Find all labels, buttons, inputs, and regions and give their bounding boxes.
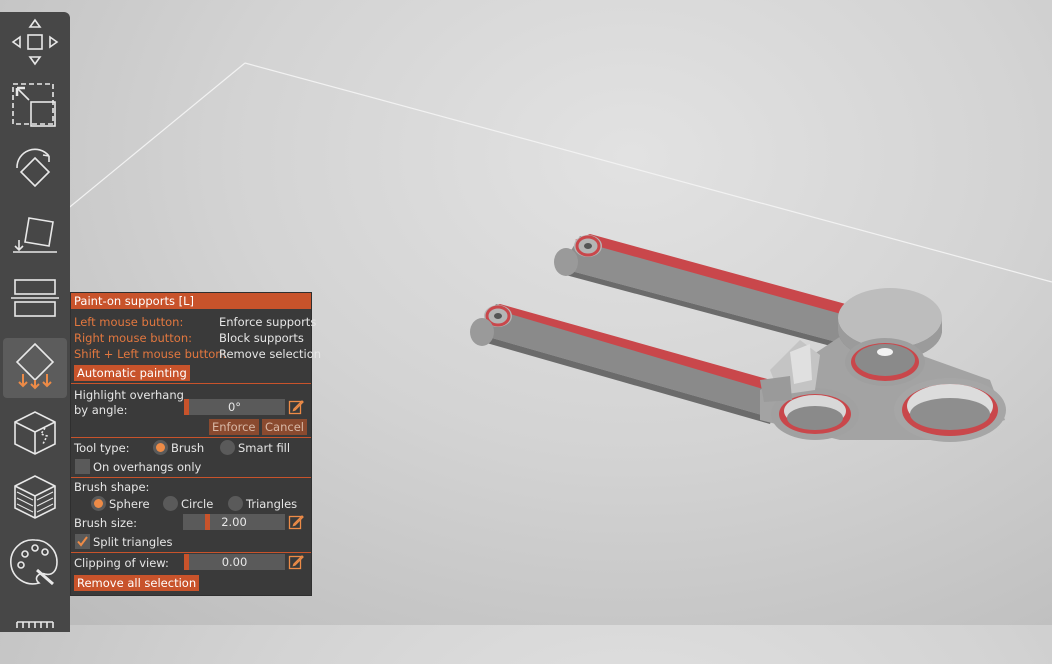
brush-size-label: Brush size: <box>74 516 138 530</box>
shape-sphere-radio[interactable] <box>91 496 106 511</box>
clipping-of-view-label: Clipping of view: <box>74 556 169 570</box>
automatic-painting-button[interactable]: Automatic painting <box>74 365 190 381</box>
hint-key-left: Left mouse button: <box>74 315 184 329</box>
separator <box>71 477 311 478</box>
move-tool[interactable] <box>3 14 67 74</box>
shape-triangles-radio[interactable] <box>228 496 243 511</box>
support-paint-tool[interactable] <box>3 338 67 398</box>
cut-icon <box>9 272 61 328</box>
fuzzy-skin-icon <box>9 470 61 526</box>
shape-circle-label: Circle <box>181 497 214 511</box>
overhang-angle-value: 0° <box>227 400 242 414</box>
slider-handle[interactable] <box>205 514 210 530</box>
remove-all-selection-button[interactable]: Remove all selection <box>74 575 200 591</box>
hint-key-shift-left: Shift + Left mouse button: <box>74 347 227 361</box>
cancel-button[interactable]: Cancel <box>262 419 307 435</box>
cut-tool[interactable] <box>3 270 67 330</box>
enforce-button[interactable]: Enforce <box>209 419 259 435</box>
seam-paint-tool[interactable] <box>3 404 67 464</box>
move-icon <box>9 16 61 72</box>
clipping-slider[interactable]: 0.00 <box>184 554 285 570</box>
edit-clipping-icon[interactable] <box>288 554 304 570</box>
hint-action-shift-left: Remove selection <box>219 347 322 361</box>
slider-handle[interactable] <box>184 399 189 415</box>
hint-action-left: Enforce supports <box>219 315 317 329</box>
rotate-icon <box>9 144 61 200</box>
more-icon <box>9 606 61 662</box>
separator <box>71 437 311 438</box>
hint-key-right: Right mouse button: <box>74 331 192 345</box>
split-triangles-checkbox[interactable] <box>75 534 90 549</box>
support-paint-icon <box>9 340 61 396</box>
separator <box>71 383 311 384</box>
tool-smart-fill-radio[interactable] <box>220 440 235 455</box>
split-triangles-label: Split triangles <box>93 535 173 549</box>
mmu-paint-icon <box>9 536 61 592</box>
scale-tool[interactable] <box>3 78 67 138</box>
clipping-value: 0.00 <box>221 555 248 569</box>
on-overhangs-only-label: On overhangs only <box>93 460 202 474</box>
tool-type-label: Tool type: <box>74 441 130 455</box>
hint-action-right: Block supports <box>219 331 304 345</box>
scale-icon <box>9 80 61 136</box>
brush-size-value: 2.00 <box>221 515 247 529</box>
panel-title: Paint-on supports [L] <box>71 293 311 309</box>
shape-circle-radio[interactable] <box>163 496 178 511</box>
more-tool[interactable] <box>3 604 67 664</box>
separator <box>71 552 311 553</box>
mmu-paint-tool[interactable] <box>3 534 67 594</box>
edit-brush-size-icon[interactable] <box>288 514 304 530</box>
on-overhangs-only-checkbox[interactable] <box>75 459 90 474</box>
3d-model[interactable] <box>470 234 1006 442</box>
gizmo-toolbar <box>0 12 70 632</box>
print-bed-outline <box>59 62 1052 283</box>
fuzzy-skin-tool[interactable] <box>3 468 67 528</box>
edit-angle-icon[interactable] <box>288 399 304 415</box>
brush-shape-label: Brush shape: <box>74 480 150 494</box>
rotate-tool[interactable] <box>3 142 67 202</box>
highlight-by-angle-label: by angle: <box>74 403 128 417</box>
seam-paint-icon <box>9 406 61 462</box>
slider-handle[interactable] <box>184 554 189 570</box>
tool-smart-fill-label: Smart fill <box>238 441 291 455</box>
tool-brush-radio[interactable] <box>153 440 168 455</box>
paint-on-supports-panel: Paint-on supports [L] Left mouse button:… <box>71 293 321 595</box>
tool-brush-label: Brush <box>171 441 205 455</box>
place-on-face-icon <box>9 208 61 264</box>
highlight-overhang-label: Highlight overhang <box>74 388 184 402</box>
place-on-face-tool[interactable] <box>3 206 67 266</box>
shape-sphere-label: Sphere <box>109 497 150 511</box>
shape-triangles-label: Triangles <box>246 497 298 511</box>
brush-size-slider[interactable]: 2.00 <box>183 514 285 530</box>
overhang-angle-slider[interactable]: 0° <box>184 399 285 415</box>
